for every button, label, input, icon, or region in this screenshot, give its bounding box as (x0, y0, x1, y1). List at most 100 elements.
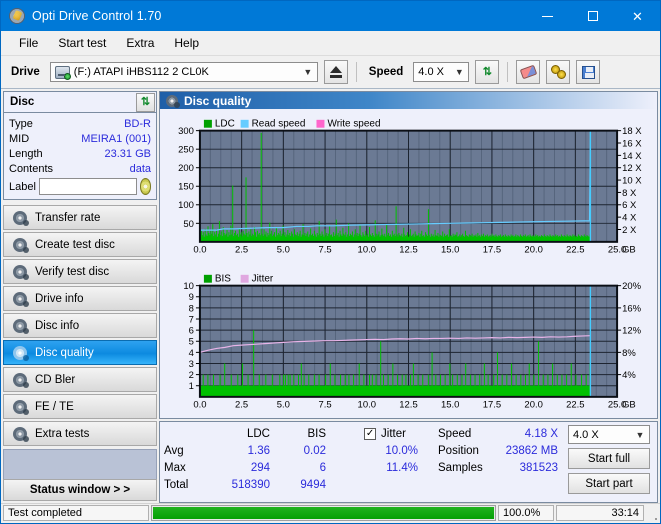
svg-text:15.0: 15.0 (441, 398, 459, 409)
minimize-icon (542, 16, 553, 17)
drive-select[interactable]: (F:) ATAPI iHBS112 2 CL0K ▼ (50, 62, 318, 82)
sidebar-item-label: FE / TE (35, 401, 74, 413)
max-ldc-value: 294 (208, 459, 270, 476)
erase-button[interactable] (516, 60, 540, 84)
panel-title: Disc quality (184, 94, 251, 108)
svg-text:18 X: 18 X (622, 125, 642, 136)
menu-item-extra[interactable]: Extra (116, 33, 164, 53)
row-label-max: Max (164, 459, 208, 476)
sidebar-item-disc-info[interactable]: Disc info (3, 313, 157, 338)
sidebar-item-verify-test-disc[interactable]: Verify test disc (3, 259, 157, 284)
disc-label-row: Label (9, 178, 151, 195)
avg-ldc-value: 1.36 (208, 442, 270, 459)
svg-text:7.5: 7.5 (318, 244, 331, 255)
maximize-icon (588, 11, 598, 21)
svg-text:GB: GB (622, 398, 636, 409)
menu-bar: File Start test Extra Help (1, 31, 660, 56)
speed-select[interactable]: 4.0 X ▼ (413, 62, 469, 82)
close-button[interactable]: ✕ (615, 1, 660, 31)
progress-bar (151, 505, 496, 521)
svg-text:17.5: 17.5 (483, 398, 501, 409)
disc-row-contents-value: data (130, 163, 151, 175)
svg-text:10.0: 10.0 (358, 244, 376, 255)
test-speed-select[interactable]: 4.0 X ▼ (568, 425, 650, 444)
disc-quality-panel: Disc quality 501001502002503002 X4 X6 X8… (159, 91, 658, 419)
app-disc-icon (9, 8, 25, 24)
menu-item-file[interactable]: File (9, 33, 48, 53)
gears-icon (551, 65, 566, 79)
refresh-button[interactable]: ⇅ (475, 60, 499, 84)
speed-stat-value: 4.18 X (494, 425, 558, 442)
disc-icon (13, 319, 27, 333)
sidebar-item-disc-quality[interactable]: Disc quality (3, 340, 157, 365)
tools-button[interactable] (546, 60, 570, 84)
sidebar-item-label: Extra tests (35, 428, 89, 440)
svg-text:4%: 4% (622, 369, 636, 380)
cd-icon[interactable] (140, 178, 151, 195)
samples-stat-value: 381523 (494, 459, 558, 476)
chevron-down-icon: ▼ (450, 63, 468, 81)
status-window-button[interactable]: Status window > > (3, 479, 157, 501)
sidebar-item-fe-te[interactable]: FE / TE (3, 394, 157, 419)
disc-row-contents-key: Contents (9, 163, 53, 175)
minimize-button[interactable] (525, 1, 570, 31)
svg-text:7.5: 7.5 (318, 398, 331, 409)
save-button[interactable] (576, 60, 600, 84)
drive-icon (55, 66, 70, 79)
svg-text:50: 50 (183, 218, 194, 229)
maximize-button[interactable] (570, 1, 615, 31)
col-header-bis: BIS (270, 425, 326, 442)
svg-text:14 X: 14 X (622, 150, 642, 161)
max-bis-value: 6 (270, 459, 326, 476)
disc-row-mid-value: MEIRA1 (001) (81, 133, 151, 145)
eject-button[interactable] (324, 60, 348, 84)
menu-item-start-test[interactable]: Start test (48, 33, 116, 53)
sidebar-item-extra-tests[interactable]: Extra tests (3, 421, 157, 446)
resize-grip[interactable] (646, 505, 658, 521)
menu-item-help[interactable]: Help (164, 33, 209, 53)
svg-text:Write speed: Write speed (327, 119, 380, 130)
main-area: Disc quality 501001502002503002 X4 X6 X8… (157, 89, 660, 503)
svg-text:12 X: 12 X (622, 162, 642, 173)
ldc-chart[interactable]: 501001502002503002 X4 X6 X8 X10 X12 X14 … (160, 109, 657, 264)
svg-text:300: 300 (178, 125, 194, 136)
app-window: Opti Drive Control 1.70 ✕ File Start tes… (0, 0, 661, 524)
disc-refresh-button[interactable]: ⇅ (136, 93, 155, 112)
title-bar: Opti Drive Control 1.70 ✕ (1, 1, 660, 31)
row-label-avg: Avg (164, 442, 208, 459)
svg-text:Read speed: Read speed (252, 119, 306, 130)
jitter-checkbox[interactable]: ✓ (364, 428, 376, 440)
sidebar-item-create-test-disc[interactable]: Create test disc (3, 232, 157, 257)
sidebar-item-label: Create test disc (35, 239, 115, 251)
sidebar-item-label: Drive info (35, 293, 84, 305)
sidebar-item-cd-bler[interactable]: CD Bler (3, 367, 157, 392)
position-stat-value: 23862 MB (494, 442, 558, 459)
table-row: Max 294 6 (164, 459, 326, 476)
start-part-button[interactable]: Start part (568, 473, 650, 494)
table-header-row: LDC BIS (164, 425, 326, 442)
svg-text:2: 2 (189, 369, 194, 380)
check-icon: ✓ (366, 429, 374, 439)
disc-icon (13, 346, 27, 360)
speed-stat-label: Speed (438, 425, 494, 442)
table-row: Position 23862 MB (438, 442, 558, 459)
svg-text:4: 4 (189, 346, 194, 357)
sidebar: Disc ⇅ Type BD-R MID MEIRA1 (001) (1, 89, 157, 503)
bis-chart[interactable]: 123456789104%8%12%16%20%0.02.55.07.510.0… (160, 264, 657, 419)
row-label-total: Total (164, 476, 208, 493)
svg-text:BIS: BIS (215, 273, 231, 284)
disc-row-length: Length 23.31 GB (9, 146, 151, 161)
drive-stats-table: Speed 4.18 X Position 23862 MB Samples 3… (438, 425, 558, 493)
sidebar-item-transfer-rate[interactable]: Transfer rate (3, 205, 157, 230)
sidebar-item-label: Verify test disc (35, 266, 109, 278)
disc-row-type: Type BD-R (9, 116, 151, 131)
start-full-button[interactable]: Start full (568, 448, 650, 469)
total-ldc-value: 518390 (208, 476, 270, 493)
svg-text:GB: GB (622, 244, 636, 255)
content-area: Disc ⇅ Type BD-R MID MEIRA1 (001) (1, 89, 660, 503)
svg-text:3: 3 (189, 357, 194, 368)
window-controls: ✕ (525, 1, 660, 31)
disc-label-input[interactable] (39, 178, 137, 195)
sidebar-item-drive-info[interactable]: Drive info (3, 286, 157, 311)
svg-text:100: 100 (178, 199, 194, 210)
